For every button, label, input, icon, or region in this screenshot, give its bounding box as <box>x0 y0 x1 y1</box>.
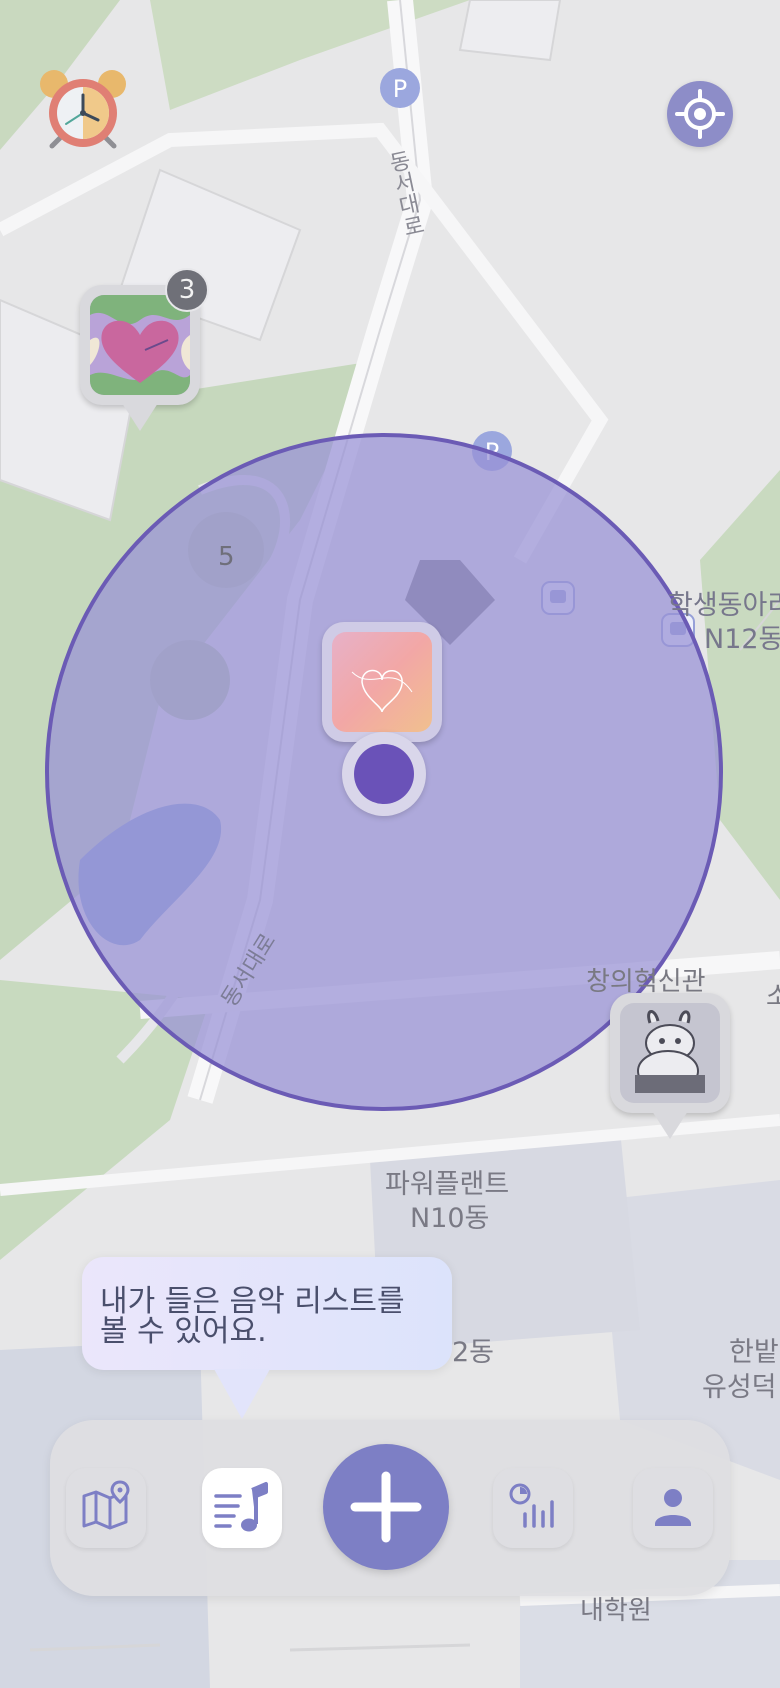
nav-profile-button[interactable] <box>633 1468 713 1548</box>
tooltip-text: 내가 들은 음악 리스트를 볼 수 있어요. <box>100 1287 440 1347</box>
add-icon <box>350 1471 422 1543</box>
my-location-button[interactable] <box>667 81 733 147</box>
map-label-pond-number: 5 <box>218 542 235 572</box>
cluster-count-badge: 3 <box>165 268 209 312</box>
album-pin-rabbit[interactable] <box>610 993 730 1141</box>
svg-text:P: P <box>393 75 407 103</box>
map-label-building: N12동 <box>704 624 780 655</box>
parking-icon: P <box>380 68 420 108</box>
stats-icon <box>509 1483 554 1528</box>
map-label-building: 소 <box>766 982 780 1012</box>
nav-stats-button[interactable] <box>493 1468 573 1548</box>
nav-music-list-button[interactable] <box>202 1468 282 1548</box>
album-cover-heart <box>90 295 190 395</box>
album-pin-pointer <box>652 1111 688 1139</box>
map-label-building: N10동 <box>410 1203 490 1234</box>
alarm-clock-icon[interactable] <box>38 68 128 158</box>
tooltip-line-1: 내가 들은 음악 리스트를 <box>100 1284 405 1319</box>
onboarding-tooltip: 내가 들은 음악 리스트를 볼 수 있어요. <box>82 1257 452 1370</box>
music-list-icon <box>214 1482 268 1532</box>
nav-map-button[interactable] <box>66 1468 146 1548</box>
map-icon <box>82 1480 130 1530</box>
map-label-building: 2동 <box>452 1337 495 1368</box>
album-pin-pointer <box>122 403 158 431</box>
nav-add-button[interactable] <box>323 1444 449 1570</box>
current-location-dot <box>342 732 426 816</box>
tooltip-line-2: 볼 수 있어요. <box>100 1314 267 1349</box>
album-cover-love-yourself <box>332 632 432 732</box>
tooltip-pointer <box>214 1369 270 1419</box>
album-cover-rabbit <box>620 1003 720 1103</box>
crosshair-icon <box>675 89 725 139</box>
map-label-building: 한밭 <box>729 1337 779 1368</box>
profile-icon <box>655 1489 691 1526</box>
map-label-building: 유성덕 <box>702 1372 777 1403</box>
